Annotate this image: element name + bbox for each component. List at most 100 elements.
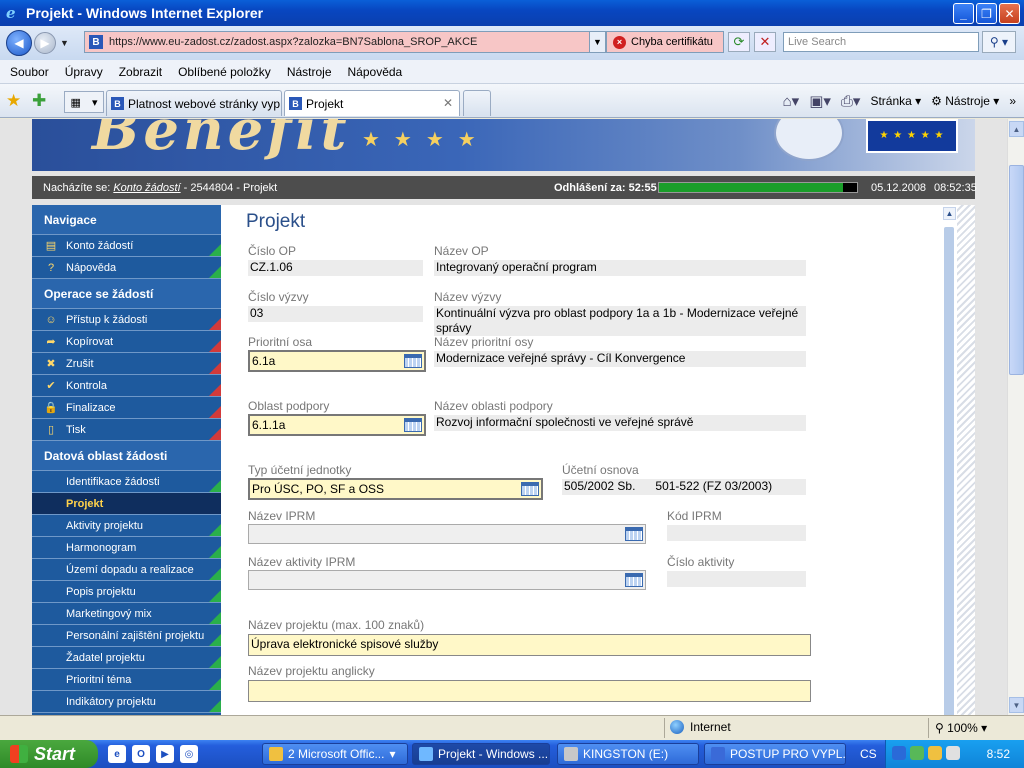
nav-item-kopirovat[interactable]: ➦ Kopírovat <box>32 331 221 353</box>
nazev-aktivity-field[interactable] <box>248 570 646 590</box>
nazev-projektu-field[interactable]: Úprava elektronické spisové služby <box>248 634 811 656</box>
help-icon: ? <box>47 261 55 274</box>
nav-item-personalni[interactable]: Personální zajištění projektu <box>32 625 221 647</box>
close-button[interactable]: ✕ <box>999 3 1020 24</box>
more-chevron-icon[interactable]: » <box>1009 94 1016 108</box>
ie-quicklaunch-icon[interactable]: e <box>108 745 126 763</box>
nazev-iprm-field[interactable] <box>248 524 646 544</box>
nav-item-marketing[interactable]: Marketingový mix <box>32 603 221 625</box>
new-tab-button[interactable] <box>463 90 491 116</box>
task-postup[interactable]: POSTUP PRO VYPL... <box>704 743 846 765</box>
nav-item-label: Popis projektu <box>66 585 136 598</box>
form-scroll-thumb[interactable] <box>944 227 954 715</box>
task-ie-projekt[interactable]: Projekt - Windows ... <box>412 743 550 765</box>
task-kingston[interactable]: KINGSTON (E:) <box>557 743 699 765</box>
nav-item-napoveda[interactable]: ? Nápověda <box>32 257 221 279</box>
menu-file[interactable]: Soubor <box>10 65 49 79</box>
nav-item-aktivity[interactable]: Aktivity projektu <box>32 515 221 537</box>
language-indicator[interactable]: CS <box>860 747 877 761</box>
prioritni-osa-field[interactable]: 6.1a <box>248 350 426 372</box>
nav-item-zrusit[interactable]: ✖ Zrušit <box>32 353 221 375</box>
refresh-button[interactable]: ⟳ <box>728 32 750 52</box>
nav-item-identifikace[interactable]: Identifikace žádosti <box>32 471 221 493</box>
search-input[interactable]: Live Search <box>783 32 979 52</box>
menu-tools[interactable]: Nástroje <box>287 65 332 79</box>
oblast-podpory-field[interactable]: 6.1.1a <box>248 414 426 436</box>
lookup-calendar-icon[interactable] <box>521 482 539 496</box>
print-icon[interactable]: ⎙▾ <box>841 92 861 110</box>
breadcrumb-link-konto[interactable]: Konto žádostí <box>113 182 180 194</box>
nav-status-marker <box>209 634 221 646</box>
page-margin-pattern <box>957 205 975 715</box>
lookup-calendar-icon[interactable] <box>404 418 422 432</box>
lookup-calendar-icon[interactable] <box>404 354 422 368</box>
form-scrollbar[interactable]: ▲ <box>941 205 957 715</box>
menu-favorites[interactable]: Oblíbené položky <box>178 65 271 79</box>
address-input[interactable]: B https://www.eu-zadost.cz/zadost.aspx?z… <box>84 31 606 53</box>
history-dropdown-icon[interactable]: ▼ <box>60 38 69 48</box>
nav-item-prioritni-tema[interactable]: Prioritní téma <box>32 669 221 691</box>
scroll-down-icon[interactable]: ▼ <box>1009 697 1024 713</box>
back-button[interactable]: ◀ <box>6 30 32 56</box>
nazev-projektu-en-field[interactable] <box>248 680 811 702</box>
lookup-calendar-icon[interactable] <box>625 527 643 541</box>
nav-item-popis[interactable]: Popis projektu <box>32 581 221 603</box>
nav-item-uzemi[interactable]: Území dopadu a realizace <box>32 559 221 581</box>
search-button[interactable]: ⚲ ▾ <box>982 31 1016 53</box>
page-scroll-thumb[interactable] <box>1009 165 1024 375</box>
certificate-error-button[interactable]: × Chyba certifikátu <box>606 31 724 53</box>
cislo-op-value: CZ.1.06 <box>248 260 423 276</box>
nav-item-kontrola[interactable]: ✔ Kontrola <box>32 375 221 397</box>
task-microsoft-office[interactable]: 2 Microsoft Offic... ▾ <box>262 743 408 765</box>
nav-item-zadatel[interactable]: Žadatel projektu <box>32 647 221 669</box>
media-quicklaunch-icon[interactable]: ▶ <box>156 745 174 763</box>
tools-menu-button[interactable]: ⚙ Nástroje ▾ <box>931 94 999 108</box>
add-favorite-icon[interactable]: ✚ <box>32 91 46 111</box>
explorer-quicklaunch-icon[interactable]: ◎ <box>180 745 198 763</box>
close-tab-icon[interactable]: ✕ <box>443 96 453 110</box>
nav-item-harmonogram[interactable]: Harmonogram <box>32 537 221 559</box>
breadcrumb-rest: - 2544804 - Projekt <box>180 181 278 194</box>
scroll-up-icon[interactable]: ▲ <box>1009 121 1024 137</box>
status-bar: Internet ⚲ 100% ▾ <box>0 715 1024 740</box>
nazev-vyzvy-label: Název výzvy <box>434 290 502 304</box>
nav-item-tisk[interactable]: ▯ Tisk <box>32 419 221 441</box>
forward-button[interactable]: ▶ <box>34 32 56 54</box>
typ-uj-field[interactable]: Pro ÚSC, PO, SF a OSS <box>248 478 543 500</box>
security-zone[interactable]: Internet <box>670 720 731 734</box>
zoom-control[interactable]: ⚲ 100% ▾ <box>935 721 987 735</box>
scroll-up-icon[interactable]: ▲ <box>943 207 956 220</box>
stop-button[interactable]: ✕ <box>754 32 776 52</box>
page-menu-button[interactable]: Stránka ▾ <box>870 94 921 108</box>
nav-item-projekt[interactable]: Projekt <box>32 493 221 515</box>
tray-arrow-icon[interactable] <box>892 746 906 760</box>
nav-item-indikatory[interactable]: Indikátory projektu <box>32 691 221 713</box>
minimize-button[interactable]: _ <box>953 3 974 24</box>
favorites-star-icon[interactable]: ★ <box>6 91 21 111</box>
nav-item-konto-zadosti[interactable]: ▤ Konto žádostí <box>32 235 221 257</box>
nazev-aktivity-label: Název aktivity IPRM <box>248 555 356 569</box>
menu-edit[interactable]: Úpravy <box>65 65 103 79</box>
restore-button[interactable]: ❐ <box>976 3 997 24</box>
nav-item-finalizace[interactable]: 🔒 Finalizace <box>32 397 221 419</box>
quick-tabs-button[interactable]: ▦ ▾ <box>64 91 104 113</box>
address-dropdown-icon[interactable]: ▼ <box>589 32 605 52</box>
tray-network-icon[interactable] <box>910 746 924 760</box>
task-label: Projekt - Windows ... <box>438 747 549 761</box>
tab-platnost[interactable]: B Platnost webové stránky vyp... <box>106 90 282 116</box>
menu-help[interactable]: Nápověda <box>348 65 403 79</box>
nazev-vyzvy-value: Kontinuální výzva pro oblast podpory 1a … <box>434 306 806 336</box>
nav-item-pristup[interactable]: ☺ Přístup k žádosti <box>32 309 221 331</box>
nazev-op-value: Integrovaný operační program <box>434 260 806 276</box>
start-button[interactable]: Start <box>0 740 98 768</box>
feeds-icon[interactable]: ▣▾ <box>809 92 831 110</box>
outlook-quicklaunch-icon[interactable]: O <box>132 745 150 763</box>
tray-app-icon[interactable] <box>928 746 942 760</box>
session-strip: Nacházíte se: Konto žádostí - 2544804 - … <box>32 176 977 199</box>
menu-view[interactable]: Zobrazit <box>119 65 162 79</box>
tab-projekt[interactable]: B Projekt ✕ <box>284 90 460 116</box>
page-scrollbar[interactable]: ▲ ▼ <box>1007 119 1024 715</box>
tray-volume-icon[interactable] <box>946 746 960 760</box>
lookup-calendar-icon[interactable] <box>625 573 643 587</box>
home-icon[interactable]: ⌂▾ <box>783 92 800 110</box>
